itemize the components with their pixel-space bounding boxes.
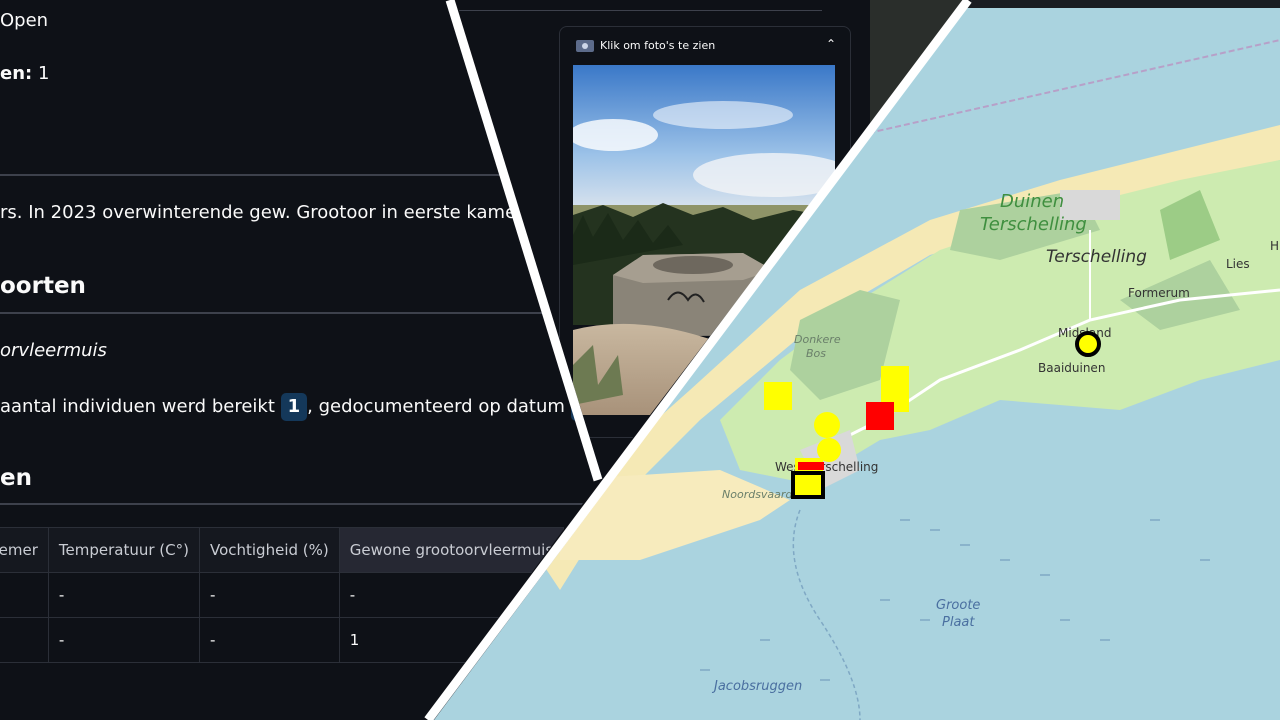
split-lines (424, 0, 972, 720)
